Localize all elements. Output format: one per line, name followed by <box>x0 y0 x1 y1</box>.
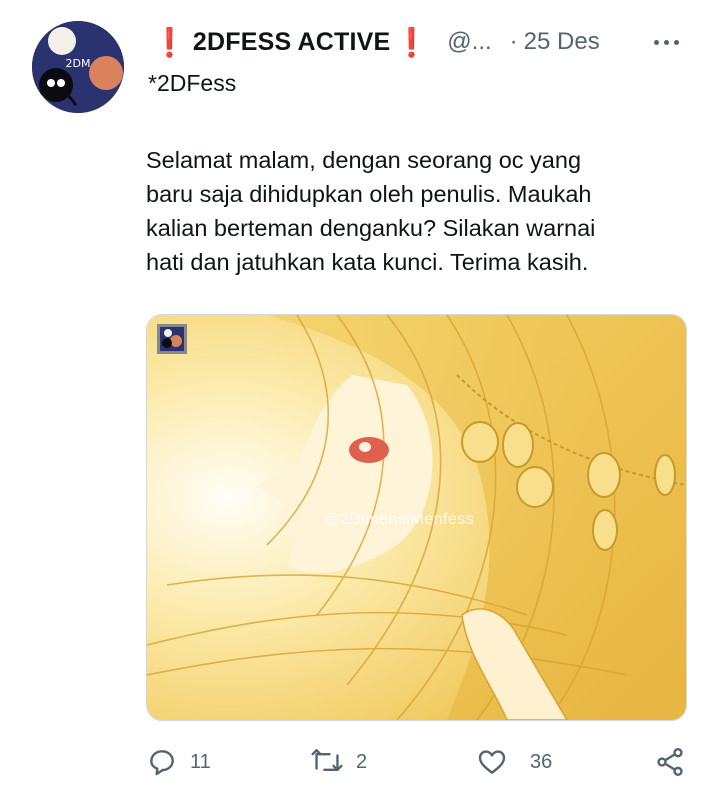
exclamation-emoji-left: ❗ <box>152 26 187 58</box>
separator-dot: · <box>509 28 518 55</box>
avatar-text: 2DM <box>66 57 91 70</box>
more-horizontal-icon[interactable] <box>654 30 684 54</box>
heart-icon <box>478 750 506 774</box>
reply-icon <box>150 750 174 776</box>
exclamation-emoji-right: ❗ <box>394 26 430 58</box>
tweet-media-image[interactable]: @2DimensiMenfess <box>146 314 687 721</box>
tweet-date[interactable]: 25 Des <box>524 28 600 56</box>
tweet-text-line: baru saja dihidupkan oleh penulis. Mauka… <box>146 181 592 207</box>
tweet-header: ❗ 2DFESS ACTIVE ❗ @... · 25 Des <box>148 22 694 62</box>
tweet-text-line: hati dan jatuhkan kata kunci. Terima kas… <box>146 249 589 275</box>
like-button[interactable]: 36 <box>476 742 552 782</box>
share-icon <box>657 748 683 776</box>
avatar-art: 2DM <box>32 21 124 113</box>
user-handle[interactable]: @... <box>447 28 491 56</box>
reply-count: 11 <box>190 750 211 773</box>
tweet-subtitle: *2DFess <box>148 70 237 96</box>
retweet-icon <box>311 749 343 772</box>
reply-button[interactable]: 11 <box>146 742 211 782</box>
tweet-text-line: Selamat malam, dengan seorang oc yang <box>146 147 582 173</box>
tweet-text: Selamat malam, dengan seorang oc yang ba… <box>146 143 691 279</box>
like-count: 36 <box>530 750 553 773</box>
avatar[interactable]: 2DM <box>32 21 124 113</box>
retweet-button[interactable]: 2 <box>310 742 367 782</box>
share-button[interactable] <box>654 742 686 782</box>
watermark-avatar-badge <box>157 324 187 354</box>
tweet-actions: 11 2 36 <box>146 742 691 782</box>
tweet-text-line: kalian berteman denganku? Silakan warnai <box>146 215 596 241</box>
display-name[interactable]: 2DFESS ACTIVE <box>193 28 391 57</box>
image-watermark: @2DimensiMenfess <box>323 511 475 528</box>
retweet-count: 2 <box>356 750 368 773</box>
